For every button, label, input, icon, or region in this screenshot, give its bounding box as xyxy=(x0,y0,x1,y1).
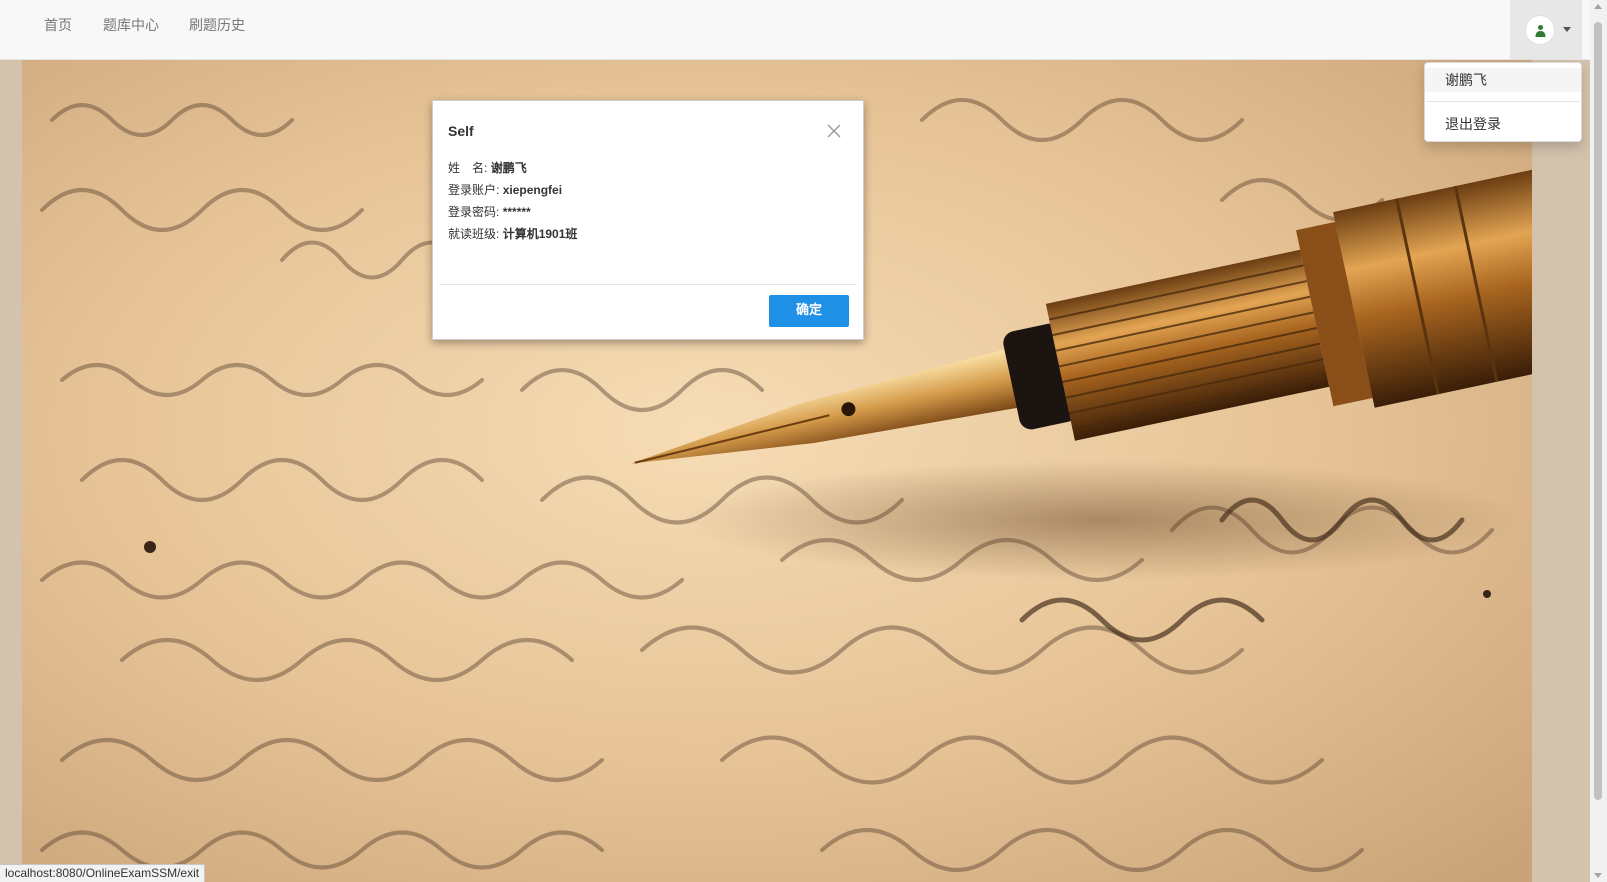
field-name-label: 姓 名: xyxy=(448,161,488,175)
user-avatar-icon xyxy=(1535,25,1546,37)
status-bar-url: localhost:8080/OnlineExamSSM/exit xyxy=(0,864,206,882)
field-class: 就读班级: 计算机1901班 xyxy=(448,225,577,243)
nav-link-home[interactable]: 首页 xyxy=(44,0,72,50)
field-password-label: 登录密码: xyxy=(448,205,500,219)
field-account: 登录账户: xiepengfei xyxy=(448,181,562,199)
user-dropdown-menu: 谢鹏飞 退出登录 xyxy=(1424,62,1582,142)
profile-modal: Self 姓 名: 谢鹏飞 登录账户: xiepengfei 登录密码: ***… xyxy=(432,100,864,340)
scroll-down-icon[interactable] xyxy=(1594,873,1602,878)
dropdown-item-logout[interactable]: 退出登录 xyxy=(1425,112,1581,136)
nav-link-practice-history[interactable]: 刷题历史 xyxy=(189,0,245,50)
field-name: 姓 名: 谢鹏飞 xyxy=(448,159,527,177)
field-name-value: 谢鹏飞 xyxy=(490,161,527,175)
scroll-thumb[interactable] xyxy=(1594,22,1602,800)
page-scrollbar[interactable] xyxy=(1590,0,1607,882)
field-account-value: xiepengfei xyxy=(502,183,563,197)
modal-footer-divider xyxy=(439,284,857,285)
caret-down-icon xyxy=(1563,27,1571,32)
user-menu-toggle[interactable] xyxy=(1510,0,1582,60)
field-class-value: 计算机1901班 xyxy=(502,227,578,241)
field-password-value: ****** xyxy=(502,205,531,219)
nav-link-question-bank[interactable]: 题库中心 xyxy=(103,0,159,50)
field-account-label: 登录账户: xyxy=(448,183,500,197)
top-navbar: 首页 题库中心 刷题历史 xyxy=(0,0,1590,60)
modal-title: Self xyxy=(448,123,474,139)
scroll-up-icon[interactable] xyxy=(1594,4,1602,9)
field-password: 登录密码: ****** xyxy=(448,203,531,221)
dropdown-item-username[interactable]: 谢鹏飞 xyxy=(1425,68,1581,92)
avatar xyxy=(1525,15,1555,45)
confirm-button[interactable]: 确定 xyxy=(769,295,849,327)
close-icon[interactable] xyxy=(826,123,842,139)
field-class-label: 就读班级: xyxy=(448,227,500,241)
dropdown-divider xyxy=(1426,101,1580,102)
